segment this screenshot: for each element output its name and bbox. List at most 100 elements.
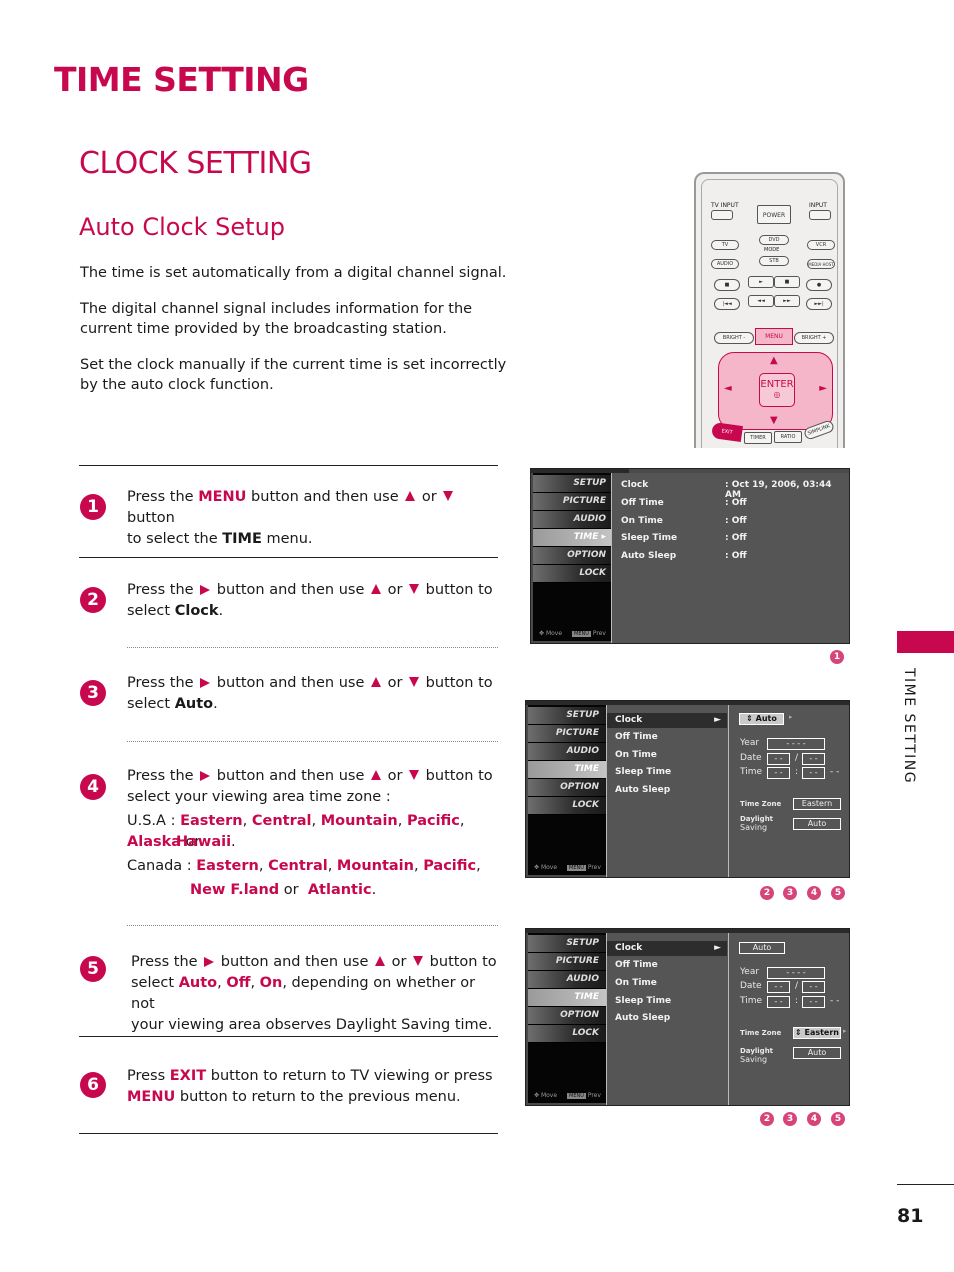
osd-item-on-time[interactable]: On Time xyxy=(615,978,657,988)
daylight-saving-field[interactable]: Auto xyxy=(793,1047,841,1059)
fast-forward-button[interactable]: ►► xyxy=(774,295,800,307)
divider xyxy=(79,1133,498,1134)
osd-item-off-time[interactable]: Off Time xyxy=(615,960,658,970)
pause-button[interactable]: ■ xyxy=(774,276,800,288)
bright-minus-button[interactable]: BRIGHT - xyxy=(714,332,754,344)
osd-menu-setup[interactable]: SETUP xyxy=(533,475,613,493)
osd-left-menu: SETUP PICTURE AUDIO TIME OPTION LOCK ✥ M… xyxy=(528,705,606,875)
date-day-field[interactable]: - - xyxy=(802,753,825,765)
osd-menu-audio[interactable]: AUDIO xyxy=(528,971,606,989)
dotted-divider xyxy=(127,925,498,926)
saving-label: Saving xyxy=(740,1055,768,1064)
time-zone-selector[interactable]: ⇕ Eastern xyxy=(793,1027,841,1039)
subsection-title: Auto Clock Setup xyxy=(79,213,286,241)
osd-row-label[interactable]: On Time xyxy=(621,516,663,526)
osd-menu-time[interactable]: TIME xyxy=(528,989,606,1007)
time-hour-field[interactable]: - - xyxy=(767,767,790,779)
timer-button[interactable]: TIMER xyxy=(744,432,772,444)
tv-input-button[interactable] xyxy=(711,210,733,220)
step-2-text: Press the button and then use or button … xyxy=(127,582,493,619)
osd-item-clock[interactable]: Clock ► xyxy=(607,713,727,728)
year-field[interactable]: - - - - xyxy=(767,967,825,979)
screen-2-step-badge: 2 xyxy=(760,886,774,900)
record-button[interactable]: ● xyxy=(806,279,832,291)
play-button[interactable]: ► xyxy=(748,276,774,288)
rewind-button[interactable]: ◄◄ xyxy=(748,295,774,307)
osd-row-label[interactable]: Off Time xyxy=(621,498,664,508)
screen-3-step-badge: 2 xyxy=(760,1112,774,1126)
osd-menu-option[interactable]: OPTION xyxy=(533,547,613,565)
year-field[interactable]: - - - - xyxy=(767,738,825,750)
osd-menu-lock[interactable]: LOCK xyxy=(528,1025,606,1043)
stb-mode-button[interactable]: STB xyxy=(759,256,789,266)
osd-menu-option[interactable]: OPTION xyxy=(528,1007,606,1025)
step-2-badge: 2 xyxy=(80,587,106,613)
dvd-mode-button[interactable]: DVD xyxy=(759,235,789,245)
skip-forward-button[interactable]: ►►| xyxy=(806,298,832,310)
clock-mode-field[interactable]: Auto xyxy=(739,942,785,954)
osd-menu-option[interactable]: OPTION xyxy=(528,779,606,797)
exit-key[interactable]: EXIT xyxy=(711,421,743,443)
osd-item-sleep-time[interactable]: Sleep Time xyxy=(615,767,671,777)
down-arrow-icon xyxy=(409,770,420,780)
osd-footer: ✥ Move MENU Prev xyxy=(534,1092,601,1099)
osd-row-label[interactable]: Sleep Time xyxy=(621,533,677,543)
osd-item-off-time[interactable]: Off Time xyxy=(615,732,658,742)
osd-menu-lock[interactable]: LOCK xyxy=(533,565,613,583)
tv-mode-button[interactable]: TV xyxy=(711,240,739,250)
osd-item-clock[interactable]: Clock ► xyxy=(607,941,727,956)
media-host-button[interactable]: MEDIA HOST xyxy=(807,259,835,269)
osd-menu-picture[interactable]: PICTURE xyxy=(533,493,613,511)
screen-3-step-badge: 4 xyxy=(807,1112,821,1126)
osd-menu-setup[interactable]: SETUP xyxy=(528,935,606,953)
osd-row-label[interactable]: Clock xyxy=(621,480,648,490)
menu-key[interactable]: MENU xyxy=(755,328,793,345)
enter-key[interactable]: ENTER ◎ xyxy=(759,373,795,407)
down-arrow-icon xyxy=(443,491,454,501)
down-arrow-key[interactable]: ▼ xyxy=(770,415,778,426)
up-arrow-icon xyxy=(371,770,381,780)
skip-back-button[interactable]: |◄◄ xyxy=(714,298,740,310)
osd-menu-setup[interactable]: SETUP xyxy=(528,707,606,725)
left-arrow-key[interactable]: ◄ xyxy=(724,383,732,394)
osd-screen-2: SETUP PICTURE AUDIO TIME OPTION LOCK ✥ M… xyxy=(525,700,850,878)
time-minute-field[interactable]: - - xyxy=(802,767,825,779)
up-arrow-key[interactable]: ▲ xyxy=(770,355,778,366)
osd-item-auto-sleep[interactable]: Auto Sleep xyxy=(615,1013,670,1023)
stop-button[interactable]: ■ xyxy=(714,279,740,291)
osd-menu-picture[interactable]: PICTURE xyxy=(528,725,606,743)
input-button[interactable] xyxy=(809,210,831,220)
time-minute-field[interactable]: - - xyxy=(802,996,825,1008)
daylight-saving-field[interactable]: Auto xyxy=(793,818,841,830)
osd-menu-audio[interactable]: AUDIO xyxy=(528,743,606,761)
osd-row-label[interactable]: Auto Sleep xyxy=(621,551,676,561)
ratio-button[interactable]: RATIO xyxy=(774,431,802,443)
date-day-field[interactable]: - - xyxy=(802,981,825,993)
osd-menu-audio[interactable]: AUDIO xyxy=(533,511,613,529)
vcr-mode-button[interactable]: VCR xyxy=(807,240,835,250)
saving-label: Saving xyxy=(740,823,768,832)
osd-menu-time[interactable]: TIME xyxy=(528,761,606,779)
step-5-badge: 5 xyxy=(80,956,106,982)
time-zone-field[interactable]: Eastern xyxy=(793,798,841,810)
daylight-label: Daylight xyxy=(740,815,774,823)
osd-item-on-time[interactable]: On Time xyxy=(615,750,657,760)
clock-mode-selector[interactable]: ⇕ Auto xyxy=(739,713,784,725)
osd-time-submenu: Clock ► Off Time On Time Sleep Time Auto … xyxy=(606,705,728,877)
date-month-field[interactable]: - - xyxy=(767,753,790,765)
osd-menu-lock[interactable]: LOCK xyxy=(528,797,606,815)
osd-item-auto-sleep[interactable]: Auto Sleep xyxy=(615,785,670,795)
osd-menu-time[interactable]: TIME ▸ xyxy=(533,529,613,547)
year-label: Year xyxy=(740,967,760,977)
audio-mode-button[interactable]: AUDIO xyxy=(711,259,739,269)
right-arrow-key[interactable]: ► xyxy=(819,383,827,394)
page-number-rule xyxy=(897,1184,954,1185)
osd-menu-picture[interactable]: PICTURE xyxy=(528,953,606,971)
date-month-field[interactable]: - - xyxy=(767,981,790,993)
osd-row-value: : Off xyxy=(725,516,747,526)
osd-item-sleep-time[interactable]: Sleep Time xyxy=(615,996,671,1006)
right-arrow-icon xyxy=(200,678,211,688)
time-hour-field[interactable]: - - xyxy=(767,996,790,1008)
bright-plus-button[interactable]: BRIGHT + xyxy=(794,332,834,344)
power-button[interactable]: POWER xyxy=(757,205,791,224)
